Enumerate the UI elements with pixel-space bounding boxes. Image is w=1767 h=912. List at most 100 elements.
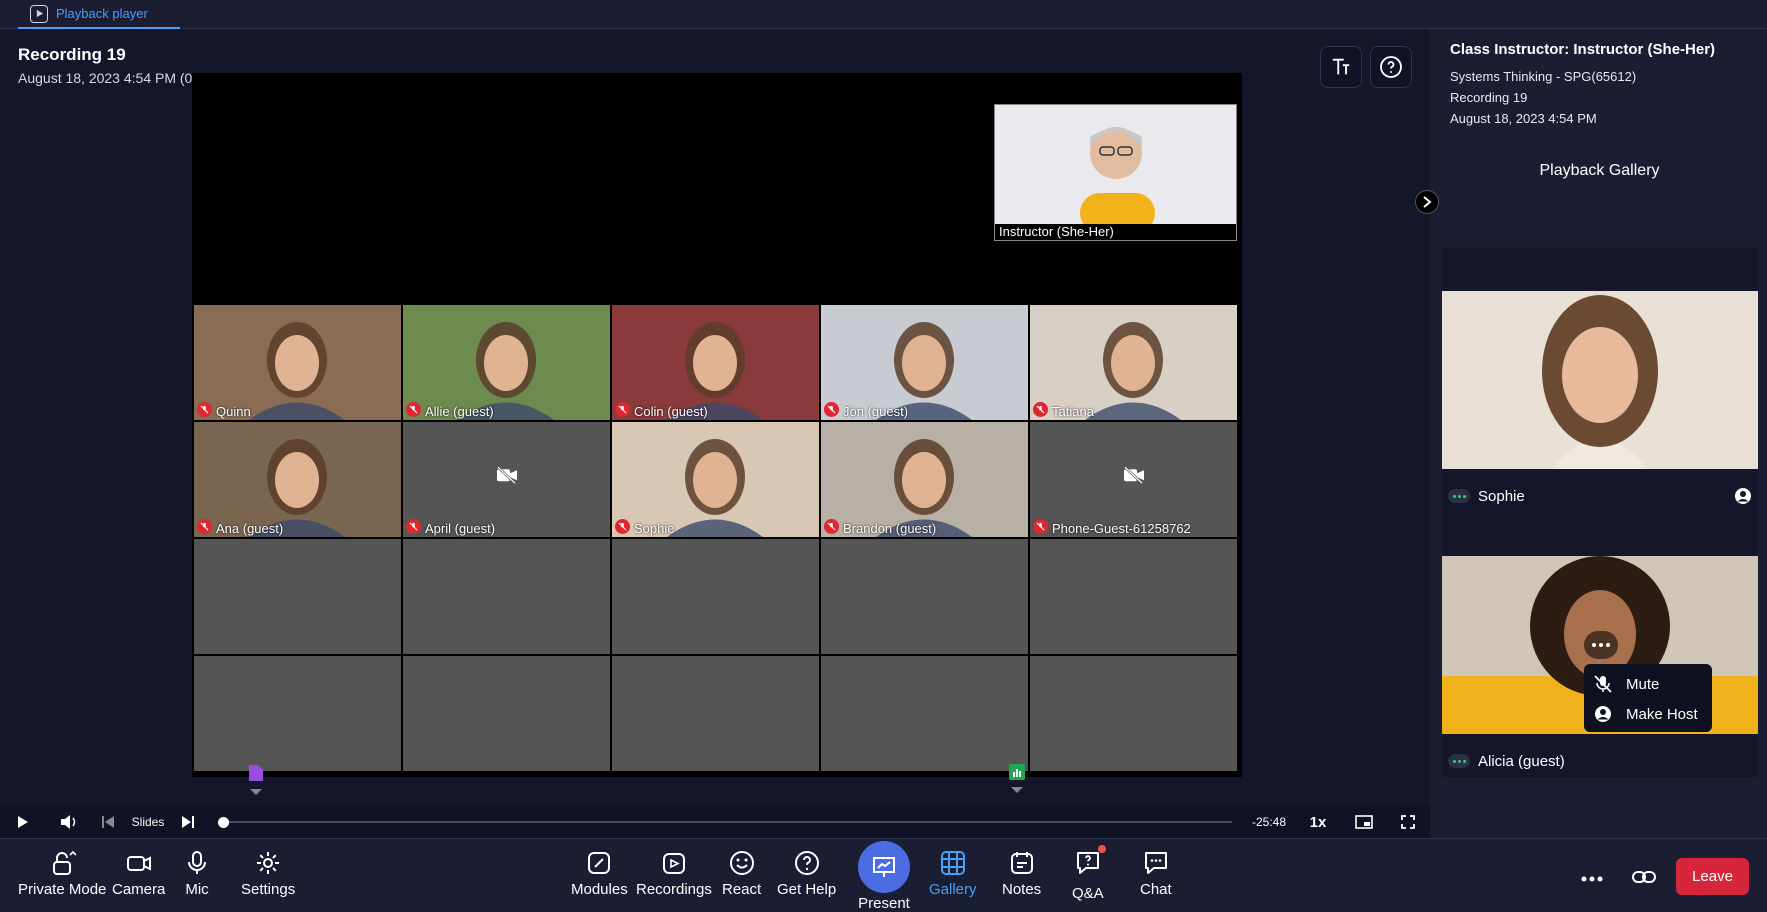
menu-item-mute[interactable]: Mute	[1594, 670, 1659, 698]
settings-button[interactable]: Settings	[241, 849, 295, 898]
participant-name: Colin (guest)	[634, 404, 708, 419]
present-button[interactable]: Present	[858, 841, 910, 912]
text-size-button[interactable]	[1320, 46, 1362, 88]
smiley-icon	[729, 851, 754, 875]
speed-button[interactable]: 1x	[1306, 806, 1330, 838]
muted-mic-icon	[197, 519, 212, 534]
progress-track[interactable]	[222, 821, 1232, 823]
copy-link-button[interactable]	[1630, 863, 1658, 891]
qa-label: Q&A	[1072, 885, 1104, 902]
tab-playback-player[interactable]: Playback player	[18, 0, 180, 29]
participant-tile: April (guest)	[403, 422, 610, 537]
next-slide-button[interactable]	[178, 806, 198, 838]
notification-dot	[1097, 845, 1106, 853]
recordings-icon	[662, 853, 685, 874]
participant-video	[612, 305, 819, 420]
picture-in-picture-button[interactable]	[1352, 806, 1376, 838]
progress-thumb[interactable]	[218, 817, 229, 828]
more-options-button[interactable]	[1578, 865, 1606, 893]
participant-name: Ana (guest)	[216, 521, 284, 536]
chat-label: Chat	[1140, 881, 1172, 898]
menu-item-make-host[interactable]: Make Host	[1594, 700, 1698, 728]
recording-date: August 18, 2023 4:54 PM	[1450, 111, 1597, 126]
fullscreen-button[interactable]	[1396, 806, 1420, 838]
participant-name: Brandon (guest)	[843, 521, 937, 536]
menu-item-label: Mute	[1626, 675, 1660, 693]
participant-image	[1442, 291, 1758, 469]
recording-title: Recording 19	[18, 45, 126, 64]
react-button[interactable]: React	[722, 849, 761, 898]
empty-tile	[194, 539, 401, 654]
previous-slide-button[interactable]	[98, 806, 118, 838]
participant-video	[1030, 305, 1237, 420]
play-button[interactable]	[10, 806, 36, 838]
participant-more-button[interactable]	[1584, 631, 1618, 659]
settings-label: Settings	[241, 881, 296, 898]
participant-video	[194, 422, 401, 537]
participant-tile: Colin (guest)	[612, 305, 819, 420]
volume-icon	[61, 815, 76, 829]
muted-mic-icon	[1033, 519, 1048, 534]
qa-button[interactable]: Q&A	[1072, 845, 1106, 902]
mic-button[interactable]: Mic	[183, 849, 211, 898]
slide-marker[interactable]	[248, 764, 264, 795]
participant-context-menu: Mute Make Host	[1584, 664, 1712, 732]
poll-marker[interactable]	[1009, 764, 1025, 793]
participant-name: Quinn	[216, 404, 251, 419]
person-icon	[1735, 488, 1751, 504]
participant-name: Alicia (guest)	[1478, 752, 1565, 770]
modules-label: Modules	[571, 881, 628, 898]
skip-forward-icon	[182, 816, 194, 828]
participant-name: April (guest)	[425, 521, 496, 536]
lock-icon	[53, 850, 77, 875]
collapse-panel-button[interactable]	[1415, 190, 1439, 214]
participant-row-alicia[interactable]: Alicia (guest)	[1442, 745, 1758, 777]
participant-row-sophie[interactable]: Sophie	[1442, 480, 1758, 512]
instructor-video: Instructor (She-Her)	[994, 104, 1237, 241]
modules-button[interactable]: Modules	[571, 849, 628, 898]
help-button[interactable]	[1370, 46, 1412, 88]
notes-button[interactable]: Notes	[1002, 849, 1041, 898]
camera-button[interactable]: Camera	[112, 849, 165, 898]
tab-label: Playback player	[56, 6, 148, 21]
mic-icon	[188, 851, 206, 874]
volume-button[interactable]	[56, 806, 82, 838]
empty-tile	[403, 539, 610, 654]
time-remaining: -25:48	[1251, 815, 1287, 829]
link-icon	[1632, 871, 1656, 883]
notes-icon	[1010, 852, 1033, 874]
text-size-icon	[1332, 58, 1350, 75]
play-icon	[18, 816, 28, 828]
participant-tile: Brandon (guest)	[821, 422, 1028, 537]
get-help-button[interactable]: Get Help	[777, 849, 836, 898]
chevron-right-icon	[1423, 196, 1432, 208]
empty-tile	[612, 539, 819, 654]
gear-icon	[257, 852, 280, 874]
camera-off-icon	[496, 465, 518, 489]
modules-icon	[588, 852, 611, 874]
muted-mic-icon	[1033, 402, 1048, 417]
skip-back-icon	[102, 816, 114, 828]
muted-mic-icon	[615, 402, 630, 417]
participant-video	[403, 305, 610, 420]
muted-mic-icon	[197, 402, 212, 417]
participant-video	[821, 422, 1028, 537]
help-icon	[1380, 56, 1402, 78]
notes-label: Notes	[1002, 881, 1042, 898]
private-mode-button[interactable]: Private Mode	[18, 849, 106, 898]
participant-name: Tatiana	[1052, 404, 1094, 419]
chart-icon	[1009, 764, 1025, 780]
empty-tile	[612, 656, 819, 771]
participant-video	[194, 305, 401, 420]
participant-tile: Quinn	[194, 305, 401, 420]
recordings-button[interactable]: Recordings	[636, 849, 712, 898]
empty-tile	[1030, 539, 1237, 654]
private-mode-label: Private Mode	[18, 881, 107, 898]
leave-button[interactable]: Leave	[1676, 858, 1749, 895]
participant-tile: Tatiana	[1030, 305, 1237, 420]
gallery-button[interactable]: Gallery	[929, 849, 977, 898]
camera-label: Camera	[112, 881, 166, 898]
help-icon	[794, 851, 819, 875]
chat-button[interactable]: Chat	[1140, 849, 1172, 898]
play-icon	[30, 4, 48, 23]
